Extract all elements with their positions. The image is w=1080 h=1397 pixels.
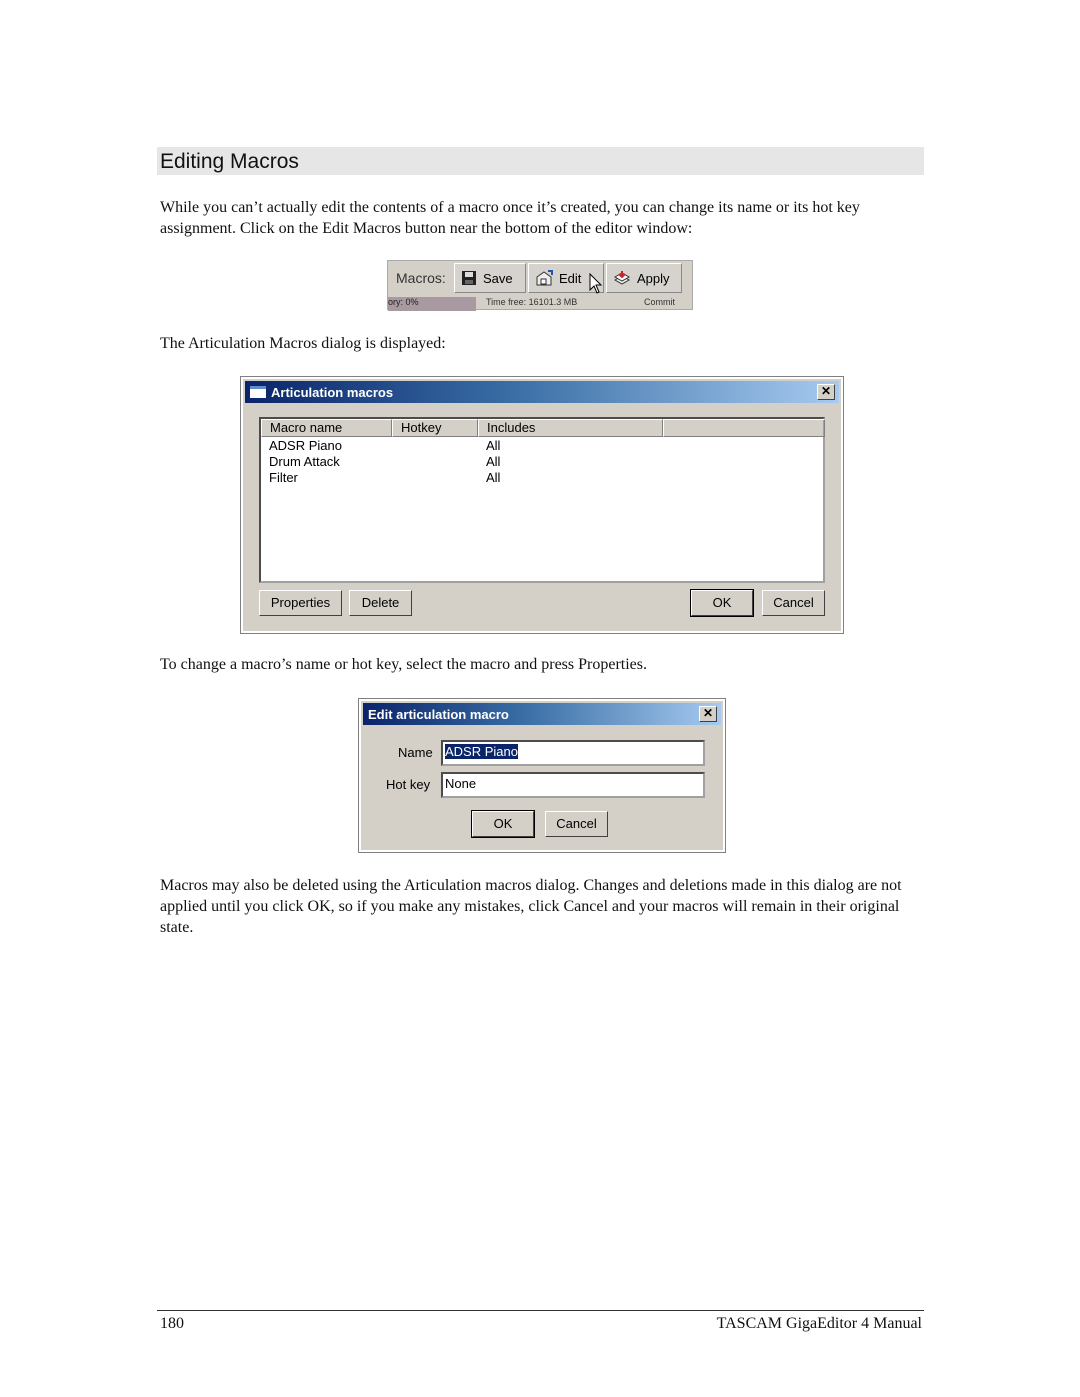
close-icon: ✕ (820, 384, 832, 398)
name-field[interactable]: ADSR Piano (441, 740, 705, 766)
save-button[interactable]: Save (454, 263, 526, 293)
ok-button[interactable]: OK (690, 589, 754, 617)
footer-divider (157, 1310, 924, 1311)
hotkey-field[interactable]: None (441, 772, 705, 798)
macro-list[interactable]: Macro name Hotkey Includes ADSR Piano Al… (259, 417, 825, 583)
status-memory: ory: 0% (388, 297, 476, 311)
properties-button[interactable]: Properties (259, 590, 342, 616)
apply-label: Apply (637, 270, 670, 286)
macro-includes-cell: All (486, 438, 501, 453)
name-label: Name (398, 745, 433, 760)
dialog-intro-paragraph: The Articulation Macros dialog is displa… (160, 335, 446, 352)
close-button[interactable]: ✕ (817, 384, 835, 400)
close-button[interactable]: ✕ (699, 706, 717, 722)
macro-includes-cell: All (486, 454, 501, 469)
hotkey-field-value: None (445, 776, 477, 791)
edit-dialog-title: Edit articulation macro (368, 706, 509, 722)
properties-paragraph: To change a macro’s name or hot key, sel… (160, 656, 647, 673)
column-macro-name[interactable]: Macro name (261, 419, 392, 437)
articulation-dialog-title: Articulation macros (271, 384, 394, 400)
edit-articulation-macro-dialog: Edit articulation macro ✕ Name ADSR Pian… (358, 698, 726, 853)
section-heading: Editing Macros (160, 150, 299, 173)
articulation-macros-dialog: Articulation macros ✕ Macro name Hotkey … (240, 376, 844, 634)
macro-name-cell: Drum Attack (269, 454, 340, 469)
column-empty (663, 419, 825, 437)
ok-button[interactable]: OK (471, 810, 535, 838)
delete-button[interactable]: Delete (349, 590, 412, 616)
status-commit: Commit (644, 297, 675, 307)
column-includes[interactable]: Includes (478, 419, 663, 437)
delete-paragraph: Macros may also be deleted using the Art… (160, 877, 902, 936)
save-label: Save (483, 270, 513, 286)
apply-button[interactable]: Apply (606, 263, 682, 293)
name-field-value: ADSR Piano (445, 744, 518, 759)
close-icon: ✕ (702, 706, 714, 720)
macro-includes-cell: All (486, 470, 501, 485)
page-number: 180 (160, 1315, 184, 1332)
macro-row[interactable]: ADSR Piano All (261, 438, 823, 454)
apply-stack-icon (613, 271, 631, 285)
cancel-button[interactable]: Cancel (762, 590, 825, 616)
hotkey-label: Hot key (386, 777, 431, 792)
macros-label: Macros: (396, 270, 446, 286)
macro-row[interactable]: Drum Attack All (261, 454, 823, 470)
macro-name-cell: ADSR Piano (269, 438, 342, 453)
cancel-button[interactable]: Cancel (545, 811, 608, 837)
manual-title: TASCAM GigaEditor 4 Manual (716, 1315, 922, 1332)
macro-row[interactable]: Filter All (261, 470, 823, 486)
macros-toolbar: Macros: Save Edit Apply ory: 0% Time fre… (387, 260, 693, 311)
articulation-dialog-titlebar: Articulation macros ✕ (245, 381, 839, 403)
intro-paragraph: While you can’t actually edit the conten… (160, 199, 860, 237)
edit-dialog-titlebar: Edit articulation macro ✕ (363, 703, 721, 725)
status-time-free: Time free: 16101.3 MB (486, 297, 578, 307)
macro-name-cell: Filter (269, 470, 298, 485)
edit-house-icon (536, 270, 553, 286)
mouse-cursor-icon (589, 273, 603, 294)
edit-label: Edit (559, 270, 582, 286)
column-hotkey[interactable]: Hotkey (392, 419, 478, 437)
macro-list-header: Macro name Hotkey Includes (261, 419, 825, 437)
floppy-disk-icon (462, 271, 476, 285)
window-icon (250, 386, 266, 398)
